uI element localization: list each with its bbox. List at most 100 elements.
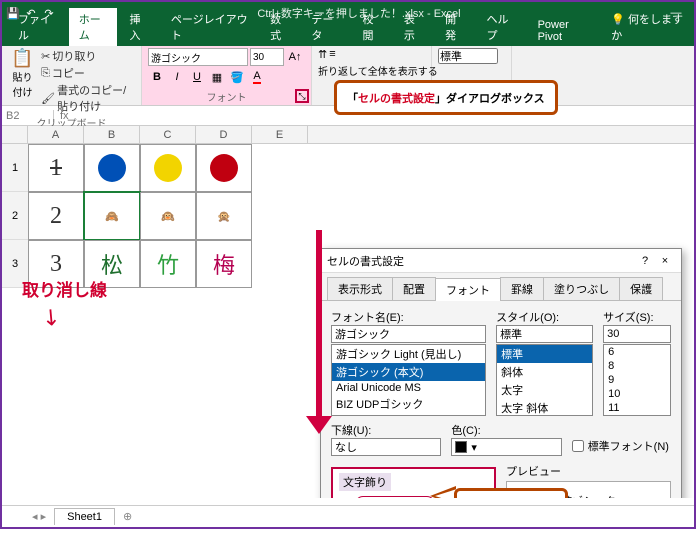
cell-A2[interactable]: 2: [28, 192, 84, 240]
dtab-border[interactable]: 罫線: [500, 277, 544, 300]
wrap-text-button[interactable]: 折り返して全体を表示する: [318, 63, 438, 78]
callout-format-dialog: 「セルの書式設定」ダイアログボックス: [334, 80, 558, 115]
group-clipboard: 📋 貼り付け ✂ 切り取り ⎘ コピー 🖌 書式のコピー/貼り付け クリップボー…: [2, 46, 142, 105]
ribbon-tabs: ファイル ホーム 挿入 ページレイアウト 数式 データ 校閲 表示 開発 ヘルプ…: [2, 24, 694, 46]
list-item[interactable]: 9: [604, 373, 670, 387]
list-item[interactable]: 標準: [497, 345, 592, 363]
select-all-corner[interactable]: [2, 126, 28, 143]
dialog-title: セルの書式設定: [327, 253, 404, 269]
font-name-select[interactable]: [148, 48, 248, 66]
list-item[interactable]: 太字 斜体: [497, 399, 592, 416]
arrow-icon: ↘: [36, 301, 67, 333]
bold-button[interactable]: B: [148, 68, 166, 86]
paste-icon[interactable]: 📋: [8, 48, 37, 69]
fillcolor-button[interactable]: 🪣: [228, 68, 246, 86]
copy-label: コピー: [52, 65, 85, 81]
dtab-font[interactable]: フォント: [435, 278, 501, 301]
cell-A1[interactable]: 1: [28, 144, 84, 192]
cell-C1[interactable]: [140, 144, 196, 192]
number-format-select[interactable]: [438, 48, 498, 64]
callout2-tail: [430, 486, 456, 498]
tab-insert[interactable]: 挿入: [119, 8, 158, 46]
color-label: 色(C):: [451, 422, 561, 438]
tab-powerpivot[interactable]: Power Pivot: [528, 16, 600, 46]
italic-button[interactable]: I: [168, 68, 186, 86]
tab-view[interactable]: 表示: [394, 8, 433, 46]
preview-label: プレビュー: [506, 463, 671, 479]
font-group-label: フォント: [148, 88, 305, 104]
dialog-close-button[interactable]: ×: [655, 255, 675, 267]
list-item[interactable]: 11: [604, 401, 670, 415]
list-item[interactable]: 6: [604, 345, 670, 359]
cell-C3[interactable]: 竹: [140, 240, 196, 288]
font-size-select[interactable]: [250, 48, 284, 66]
col-A[interactable]: A: [28, 126, 84, 143]
size-list[interactable]: 6 8 9 10 11: [603, 344, 671, 416]
tab-formulas[interactable]: 数式: [260, 8, 299, 46]
col-B[interactable]: B: [84, 126, 140, 143]
dtab-protect[interactable]: 保護: [619, 277, 663, 300]
cell-C2[interactable]: 🙉: [140, 192, 196, 240]
sheet-tabs: ◂ ▸ Sheet1 ⊕: [2, 505, 694, 527]
cell-B2[interactable]: 🙈: [84, 192, 140, 240]
tellme-label: 何をしますか: [611, 14, 683, 42]
list-item[interactable]: Arial Unicode MS: [332, 381, 485, 395]
standard-font-checkbox[interactable]: 標準フォント(N): [572, 438, 671, 454]
align-middle-icon[interactable]: ≡: [329, 48, 335, 60]
new-sheet-icon[interactable]: ⊕: [123, 510, 132, 523]
tab-file[interactable]: ファイル: [8, 8, 67, 46]
tab-pagelayout[interactable]: ページレイアウト: [161, 8, 258, 46]
list-item[interactable]: 8: [604, 359, 670, 373]
fontname-input[interactable]: [331, 325, 486, 343]
tab-home[interactable]: ホーム: [69, 8, 118, 46]
callout1-red: セルの書式設定: [358, 93, 435, 105]
underline-button[interactable]: U: [188, 68, 206, 86]
fontcolor-button[interactable]: A: [248, 68, 266, 86]
size-input[interactable]: [603, 325, 671, 343]
col-D[interactable]: D: [196, 126, 252, 143]
list-item[interactable]: 游ゴシック (本文): [332, 363, 485, 381]
tab-tellme[interactable]: 💡 何をしますか: [601, 8, 694, 46]
list-item[interactable]: 太字: [497, 381, 592, 399]
sheet-tab[interactable]: Sheet1: [54, 508, 115, 525]
style-input[interactable]: [496, 325, 593, 343]
sheet-nav-icon[interactable]: ◂ ▸: [32, 510, 46, 523]
cell-B1[interactable]: [84, 144, 140, 192]
underline-select[interactable]: [331, 438, 441, 456]
list-item[interactable]: BIZ UDPゴシック: [332, 395, 485, 413]
increase-font-icon[interactable]: A↑: [286, 48, 304, 66]
list-item[interactable]: 10: [604, 387, 670, 401]
cell-D2[interactable]: 🙊: [196, 192, 252, 240]
dtab-fill[interactable]: 塗りつぶし: [543, 277, 620, 300]
cell-D1[interactable]: [196, 144, 252, 192]
tab-help[interactable]: ヘルプ: [477, 8, 526, 46]
row-1[interactable]: 1: [2, 144, 28, 192]
effects-label: 文字飾り: [339, 473, 391, 491]
dialog-help-button[interactable]: ?: [635, 255, 655, 267]
circle-yellow-icon: [154, 154, 182, 182]
list-item[interactable]: 游ゴシック Light (見出し): [332, 345, 485, 363]
list-item[interactable]: 斜体: [497, 363, 592, 381]
list-item[interactable]: BIZ UDP明朝 Medium: [332, 413, 485, 416]
border-button[interactable]: ▦: [208, 68, 226, 86]
row-2[interactable]: 2: [2, 192, 28, 240]
fontname-label: フォント名(E):: [331, 309, 486, 325]
fontname-list[interactable]: 游ゴシック Light (見出し) 游ゴシック (本文) Arial Unico…: [331, 344, 486, 416]
dtab-alignment[interactable]: 配置: [392, 277, 436, 300]
font-dialog-launcher[interactable]: ⤡: [295, 89, 309, 103]
col-E[interactable]: E: [252, 126, 308, 143]
tab-review[interactable]: 校閲: [352, 8, 391, 46]
style-list[interactable]: 標準 斜体 太字 太字 斜体: [496, 344, 593, 416]
cell-D3[interactable]: 梅: [196, 240, 252, 288]
copy-button[interactable]: ⎘ コピー: [41, 65, 135, 81]
align-top-icon[interactable]: ⇈: [318, 48, 327, 61]
color-select[interactable]: ▾: [451, 438, 561, 456]
cut-button[interactable]: ✂ 切り取り: [41, 48, 135, 64]
formatpainter-button[interactable]: 🖌 書式のコピー/貼り付け: [41, 82, 135, 114]
dtab-number[interactable]: 表示形式: [327, 277, 393, 300]
tab-dev[interactable]: 開発: [435, 8, 474, 46]
tab-data[interactable]: データ: [301, 8, 350, 46]
see-no-evil-icon: 🙈: [105, 210, 119, 223]
worksheet: A B C D E 1 2 3 1 2 🙈 🙉 🙊 3 松 竹 梅 取り消し線 …: [2, 126, 694, 498]
col-C[interactable]: C: [140, 126, 196, 143]
